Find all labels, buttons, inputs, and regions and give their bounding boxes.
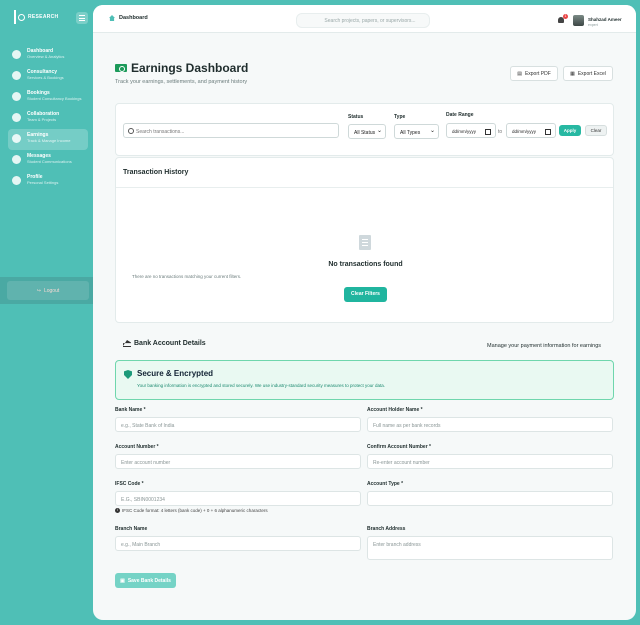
type-label: Type [394, 114, 406, 120]
logout-button[interactable]: ↪ Logout [7, 281, 89, 300]
sidebar-item-messages[interactable]: Messages Student Communications [8, 150, 88, 171]
export-excel-button[interactable]: ▦ Export Excel [563, 66, 613, 81]
sidebar-item-sub: Team & Projects [27, 117, 57, 122]
save-icon: ▣ [120, 577, 125, 584]
sidebar-item-consultancy[interactable]: Consultancy Services & Bookings [8, 66, 88, 87]
sidebar-item-sub: Overview & Analytics [27, 54, 65, 59]
status-label: Status [348, 114, 364, 120]
export-pdf-label: Export PDF [524, 70, 551, 77]
clear-button[interactable]: Clear [585, 125, 607, 136]
home-icon [109, 15, 115, 21]
page-header: Earnings Dashboard Track your earnings, … [115, 61, 248, 85]
avatar[interactable] [573, 15, 584, 26]
date-to-separator: to [498, 129, 503, 135]
confirm-account-input[interactable]: Re-enter account number [367, 454, 613, 469]
account-number-input[interactable]: Enter account number [115, 454, 361, 469]
date-from-input[interactable]: dd/mm/yyyy [446, 123, 496, 138]
ifsc-hint: i IFSC Code format: 4 letters (bank code… [115, 508, 268, 513]
holder-name-label: Account Holder Name * [367, 407, 423, 413]
sidebar-item-sub: Student Communications [27, 159, 72, 164]
bank-name-input[interactable]: e.g., State Bank of India [115, 417, 361, 432]
ifsc-label: IFSC Code * [115, 481, 144, 487]
sidebar-item-sub: Personal Settings [27, 180, 59, 185]
date-to-input[interactable]: dd/mm/yyyy [506, 123, 556, 138]
empty-state-text: There are no transactions matching your … [132, 274, 242, 279]
transaction-history-title: Transaction History [116, 158, 613, 188]
empty-state-title: No transactions found [328, 261, 403, 268]
pdf-icon: ▤ [517, 70, 522, 77]
type-select[interactable]: All Types [394, 124, 439, 139]
info-icon: i [115, 508, 120, 513]
export-pdf-button[interactable]: ▤ Export PDF [510, 66, 558, 81]
branch-address-label: Branch Address [367, 526, 406, 532]
secure-notice: Secure & Encrypted Your banking informat… [115, 360, 614, 400]
breadcrumb-label: Dashboard [119, 15, 148, 21]
logout-icon: ↪ [36, 287, 41, 294]
money-icon [115, 64, 127, 72]
filters-panel: Search transactions... Status All Status… [115, 103, 614, 156]
bank-icon [123, 340, 131, 347]
brand[interactable]: RESEARCH [14, 10, 58, 24]
calendar-icon [12, 92, 21, 101]
sidebar-item-sub: Student Consultancy Bookings [27, 96, 82, 101]
account-number-label: Account Number * [115, 444, 159, 450]
account-type-select[interactable] [367, 491, 613, 506]
document-icon [359, 235, 371, 250]
money-icon [12, 134, 21, 143]
brand-name: RESEARCH [28, 14, 59, 20]
bank-name-label: Bank Name * [115, 407, 146, 413]
branch-address-textarea[interactable]: Enter branch address [367, 536, 613, 560]
bank-title-text: Bank Account Details [134, 340, 206, 347]
chat-icon [12, 155, 21, 164]
sidebar-item-earnings[interactable]: Earnings Track & Manage Income [8, 129, 88, 150]
clear-filters-button[interactable]: Clear Filters [344, 287, 387, 302]
menu-toggle-button[interactable] [76, 12, 88, 24]
logout-label: Logout [43, 287, 60, 294]
page-subtitle: Track your earnings, settlements, and pa… [115, 79, 248, 85]
ifsc-input[interactable]: E.G., SBIN0001234 [115, 491, 361, 506]
page-title: Earnings Dashboard [131, 61, 249, 75]
shield-icon [124, 370, 132, 379]
sidebar-item-sub: Services & Bookings [27, 75, 64, 80]
user-name: Shahzad Ameer [588, 17, 622, 22]
apply-button[interactable]: Apply [559, 125, 581, 136]
secure-text: Your banking information is encrypted an… [137, 383, 386, 388]
notification-badge: 1 [563, 14, 568, 19]
global-search-input[interactable]: Search projects, papers, or supervisors.… [296, 13, 430, 28]
confirm-account-label: Confirm Account Number * [367, 444, 431, 450]
gauge-icon [12, 50, 21, 59]
branch-name-input[interactable]: e.g., Main Branch [115, 536, 361, 551]
export-excel-label: Export Excel [577, 70, 606, 77]
save-label: Save Bank Details [127, 577, 171, 584]
secure-title: Secure & Encrypted [137, 369, 214, 378]
briefcase-icon [12, 71, 21, 80]
bank-manage-text: Manage your payment information for earn… [487, 343, 602, 349]
transaction-search-input[interactable]: Search transactions... [123, 123, 339, 138]
date-range-label: Date Range [446, 112, 474, 118]
transaction-history-card: Transaction History No transactions foun… [115, 157, 614, 323]
sidebar-item-sub: Track & Manage Income [27, 138, 71, 143]
brand-logo-icon [14, 10, 25, 24]
excel-icon: ▦ [570, 70, 575, 77]
sidebar-item-collaboration[interactable]: Collaboration Team & Projects [8, 108, 88, 129]
user-role: expert [588, 23, 598, 27]
team-icon [12, 113, 21, 122]
sidebar-item-bookings[interactable]: Bookings Student Consultancy Bookings [8, 87, 88, 108]
topbar: Dashboard Search projects, papers, or su… [93, 5, 636, 33]
sidebar-item-profile[interactable]: Profile Personal Settings [8, 171, 88, 192]
status-select[interactable]: All Status [348, 124, 386, 139]
breadcrumb[interactable]: Dashboard [109, 15, 148, 21]
bank-section-title: Bank Account Details [123, 340, 206, 347]
sidebar-nav: Dashboard Overview & Analytics Consultanc… [8, 45, 88, 192]
branch-name-label: Branch Name [115, 526, 148, 532]
user-icon [12, 176, 21, 185]
account-type-label: Account Type * [367, 481, 404, 487]
holder-name-input[interactable]: Full name as per bank records [367, 417, 613, 432]
sidebar-item-dashboard[interactable]: Dashboard Overview & Analytics [8, 45, 88, 66]
main-content: Dashboard Search projects, papers, or su… [93, 5, 636, 620]
logout-area: ↪ Logout [0, 277, 93, 304]
ifsc-hint-text: IFSC Code format: 4 letters (bank code) … [122, 508, 268, 513]
save-bank-details-button[interactable]: ▣ Save Bank Details [115, 573, 176, 588]
sidebar: RESEARCH Dashboard Overview & Analytics C… [0, 0, 93, 625]
